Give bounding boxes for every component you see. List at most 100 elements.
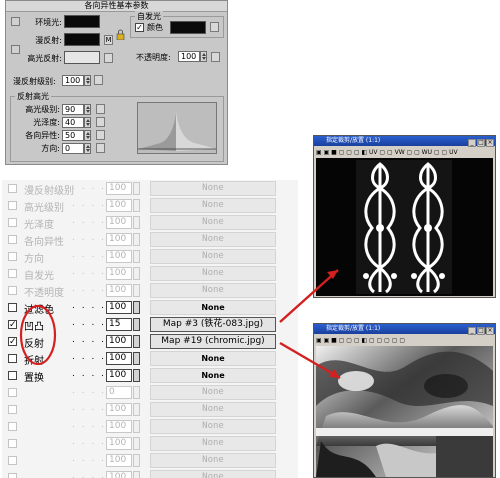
lock-ambient-button[interactable] (11, 17, 20, 26)
map-slot-button[interactable]: None (150, 198, 276, 213)
map-slot-button[interactable]: Map #19 (chromic.jpg) (150, 334, 276, 349)
map-amount-input[interactable]: 100 (106, 250, 132, 263)
map-enable-checkbox[interactable] (8, 303, 17, 312)
map-amount-input[interactable]: 100 (106, 199, 132, 212)
spec-level-input[interactable]: 90 (62, 104, 84, 115)
spec-level-spinner[interactable] (84, 104, 91, 115)
map-amount-spinner[interactable] (133, 335, 140, 348)
map-enable-checkbox[interactable] (8, 388, 17, 397)
map-slot-button[interactable]: None (150, 249, 276, 264)
map-slot-button[interactable]: None (150, 470, 276, 478)
self-illum-map-button[interactable] (210, 22, 219, 32)
opacity-spinner[interactable] (200, 51, 207, 62)
map-amount-spinner[interactable] (133, 454, 140, 467)
map-slot-button[interactable]: None (150, 436, 276, 451)
map-amount-spinner[interactable] (133, 250, 140, 263)
orientation-spinner[interactable] (84, 143, 91, 154)
map-amount-input[interactable]: 100 (106, 420, 132, 433)
map-amount-input[interactable]: 0 (106, 386, 132, 399)
map-amount-input[interactable]: 100 (106, 284, 132, 297)
map-amount-spinner[interactable] (133, 369, 140, 382)
anisotropy-spinner[interactable] (84, 130, 91, 141)
map-enable-checkbox[interactable] (8, 405, 17, 414)
map-enable-checkbox[interactable] (8, 235, 17, 244)
map-amount-spinner[interactable] (133, 267, 140, 280)
orientation-map-button[interactable] (96, 143, 105, 153)
map-amount-spinner[interactable] (133, 318, 140, 331)
map-amount-spinner[interactable] (133, 386, 140, 399)
map-enable-checkbox[interactable] (8, 456, 17, 465)
spec-level-map-button[interactable] (96, 104, 105, 114)
map-slot-button[interactable]: None (150, 283, 276, 298)
map-amount-input[interactable]: 100 (106, 216, 132, 229)
map-enable-checkbox[interactable]: ✓ (8, 320, 17, 330)
map-amount-spinner[interactable] (133, 233, 140, 246)
map-amount-input[interactable]: 100 (106, 369, 132, 382)
map-slot-button[interactable]: None (150, 402, 276, 417)
map-amount-spinner[interactable] (133, 437, 140, 450)
map-amount-input[interactable]: 100 (106, 182, 132, 195)
map-enable-checkbox[interactable] (8, 218, 17, 227)
map-slot-button[interactable]: None (150, 215, 276, 230)
map-enable-checkbox[interactable] (8, 184, 17, 193)
viewer-top-toolbar[interactable]: ▣ ▣ ■ ▢ ▢ ▢ ◧ UV ▢ ▢ VW ▢ ▢ WU ▢ ▢ UV (316, 148, 493, 157)
map-amount-input[interactable]: 100 (106, 301, 132, 314)
glossiness-spinner[interactable] (84, 117, 91, 128)
map-slot-button[interactable]: None (150, 453, 276, 468)
minimize-button[interactable]: _ (468, 139, 476, 147)
diffuse-map-button[interactable]: M (104, 35, 113, 45)
map-amount-spinner[interactable] (133, 420, 140, 433)
map-amount-spinner[interactable] (133, 301, 140, 314)
minimize-button[interactable]: _ (468, 327, 476, 335)
diffuse-level-map-button[interactable] (94, 75, 103, 85)
map-amount-spinner[interactable] (133, 216, 140, 229)
map-enable-checkbox[interactable] (8, 473, 17, 478)
anisotropy-map-button[interactable] (96, 130, 105, 140)
map-slot-button[interactable]: Map #3 (铁花-083.jpg) (150, 317, 276, 332)
diffuse-level-spinner[interactable] (84, 75, 91, 86)
map-amount-spinner[interactable] (133, 352, 140, 365)
map-slot-button[interactable]: None (150, 300, 276, 315)
ambient-color-swatch[interactable] (64, 15, 100, 28)
map-enable-checkbox[interactable] (8, 252, 17, 261)
lock-icon[interactable] (116, 29, 125, 41)
map-amount-input[interactable]: 100 (106, 335, 132, 348)
self-illum-color-checkbox[interactable]: ✓ (135, 23, 144, 32)
close-button[interactable]: × (486, 327, 494, 335)
viewer-bottom-toolbar[interactable]: ▣ ▣ ■ ▢ ▢ ▢ ◧ ▢ ▢ ▢ ▢ ▢ (316, 336, 493, 345)
map-enable-checkbox[interactable] (8, 422, 17, 431)
map-amount-input[interactable]: 15 (106, 318, 132, 331)
map-slot-button[interactable]: None (150, 232, 276, 247)
map-amount-spinner[interactable] (133, 182, 140, 195)
map-slot-button[interactable]: None (150, 368, 276, 383)
map-amount-spinner[interactable] (133, 403, 140, 416)
map-amount-input[interactable]: 100 (106, 454, 132, 467)
map-enable-checkbox[interactable]: ✓ (8, 337, 17, 347)
map-amount-spinner[interactable] (133, 471, 140, 478)
anisotropy-input[interactable]: 50 (62, 130, 84, 141)
map-enable-checkbox[interactable] (8, 371, 17, 380)
map-enable-checkbox[interactable] (8, 201, 17, 210)
orientation-input[interactable]: 0 (62, 143, 84, 154)
map-slot-button[interactable]: None (150, 181, 276, 196)
map-enable-checkbox[interactable] (8, 286, 17, 295)
self-illum-color-swatch[interactable] (170, 21, 206, 34)
specular-color-swatch[interactable] (64, 51, 100, 64)
specular-map-button[interactable] (104, 53, 113, 63)
map-slot-button[interactable]: None (150, 351, 276, 366)
diffuse-level-input[interactable]: 100 (62, 75, 84, 86)
map-amount-input[interactable]: 100 (106, 267, 132, 280)
map-amount-spinner[interactable] (133, 199, 140, 212)
map-amount-input[interactable]: 100 (106, 352, 132, 365)
map-enable-checkbox[interactable] (8, 439, 17, 448)
map-slot-button[interactable]: None (150, 385, 276, 400)
map-slot-button[interactable]: None (150, 266, 276, 281)
glossiness-map-button[interactable] (96, 117, 105, 127)
map-enable-checkbox[interactable] (8, 354, 17, 363)
diffuse-color-swatch[interactable] (64, 33, 100, 46)
map-slot-button[interactable]: None (150, 419, 276, 434)
map-amount-input[interactable]: 100 (106, 403, 132, 416)
glossiness-input[interactable]: 40 (62, 117, 84, 128)
lock-specular-button[interactable] (11, 45, 20, 54)
map-enable-checkbox[interactable] (8, 269, 17, 278)
